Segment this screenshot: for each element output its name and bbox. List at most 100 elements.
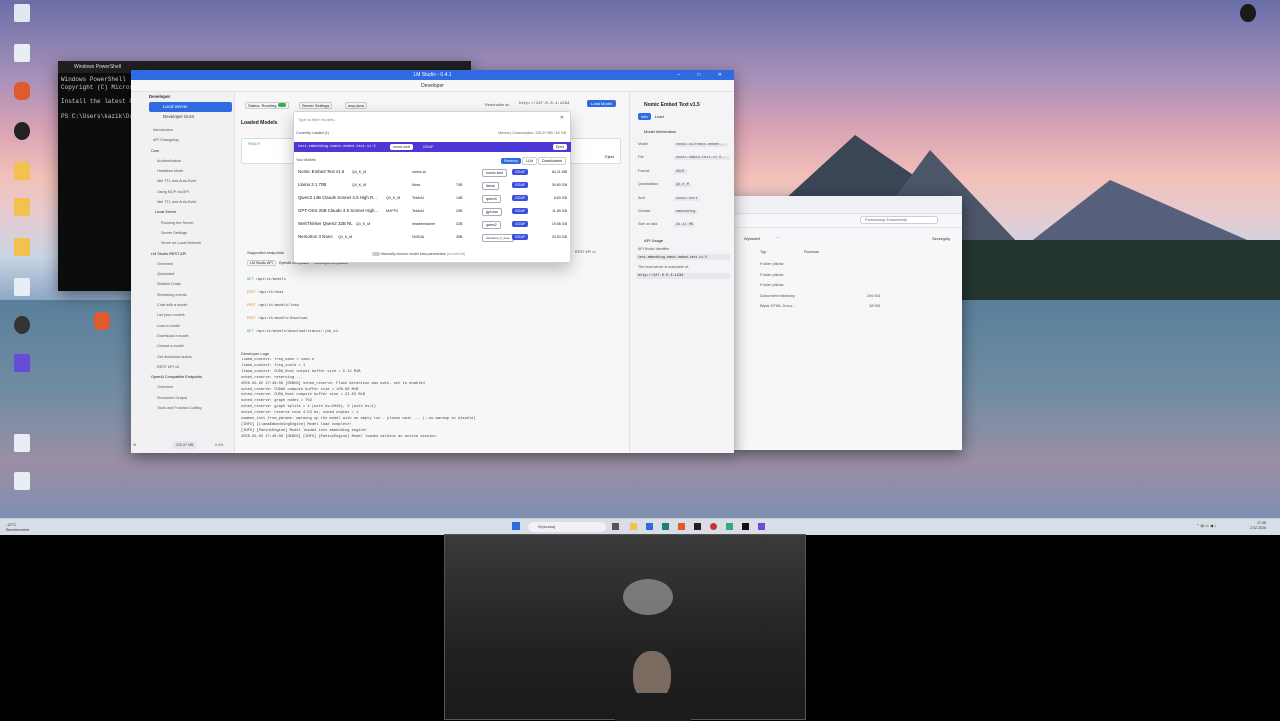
- status-toggle[interactable]: Status: Running: [245, 102, 289, 109]
- nav-item[interactable]: Running the Server: [131, 218, 234, 228]
- nav-item[interactable]: Stateful Chats: [131, 279, 234, 289]
- app-taskbar-icon[interactable]: [710, 523, 717, 530]
- filter-llm[interactable]: LLM: [522, 157, 538, 165]
- list-item[interactable]: Błysk HTML Docu... 38 KB: [760, 301, 880, 312]
- nav-item[interactable]: Tools and Function Calling: [131, 403, 234, 413]
- nav-item[interactable]: Structured Output: [131, 393, 234, 403]
- endpoint-item[interactable]: POST /api/v1/chat: [247, 287, 338, 300]
- nav-section[interactable]: Local Server: [131, 207, 234, 217]
- nav-item[interactable]: Load a model: [131, 321, 234, 331]
- brave-browser-icon[interactable]: [0, 82, 44, 102]
- weather-widget[interactable]: -12°C Bezchmurnie: [6, 522, 29, 532]
- start-icon[interactable]: [512, 522, 520, 530]
- nav-item[interactable]: Introduction: [131, 125, 234, 135]
- column-size[interactable]: Rozmiar: [804, 249, 819, 254]
- file-icon[interactable]: [0, 472, 44, 492]
- model-picker-modal[interactable]: Type to filter models... ✕ Currently Loa…: [293, 111, 571, 263]
- nav-item[interactable]: Idle TTL and Auto-Evict: [131, 176, 234, 186]
- clock[interactable]: 17:48 2.02.2026: [1250, 521, 1266, 531]
- model-row[interactable]: Llama 3.1 70B Q4_K_M Meta 70B llama GGUF…: [294, 179, 571, 191]
- nav-item[interactable]: REST API v0: [131, 362, 234, 372]
- folder-icon[interactable]: [0, 198, 44, 218]
- webcam-app-icon[interactable]: [0, 316, 44, 336]
- endpoint-item[interactable]: POST /api/v1/models/load: [247, 300, 338, 313]
- eject-button[interactable]: Eject: [605, 154, 614, 159]
- nav-item[interactable]: Streaming events: [131, 290, 234, 300]
- list-item[interactable]: Folder plików: [760, 259, 880, 270]
- nav-section[interactable]: Core: [131, 146, 234, 156]
- nav-item[interactable]: Chat with a model: [131, 300, 234, 310]
- lm-studio-taskbar-icon[interactable]: [758, 523, 765, 530]
- terminal-taskbar-icon[interactable]: [742, 523, 749, 530]
- window-controls[interactable]: – □ ✕: [677, 70, 730, 80]
- app-taskbar-icon[interactable]: [726, 523, 733, 530]
- file-icon[interactable]: [0, 434, 44, 454]
- model-row[interactable]: Nomic Embed Text v1.5 Q4_K_M nomic-ai no…: [294, 166, 571, 178]
- obs-taskbar-icon[interactable]: [694, 523, 701, 530]
- nav-item[interactable]: List your models: [131, 310, 234, 320]
- eject-button[interactable]: Eject: [553, 144, 567, 150]
- tab-lmstudio-api[interactable]: LM Studio API: [247, 260, 276, 266]
- file-explorer-taskbar-icon[interactable]: [630, 523, 637, 530]
- rest-api-version[interactable]: REST API v1: [575, 250, 596, 254]
- mcp-json-button[interactable]: mcp.json: [345, 102, 368, 109]
- tab-info[interactable]: Info: [638, 113, 651, 120]
- brave-taskbar-icon[interactable]: [678, 523, 685, 530]
- nav-item[interactable]: Server Settings: [131, 228, 234, 238]
- nav-section[interactable]: OpenAI Compatible Endpoints: [131, 372, 234, 382]
- nav-item[interactable]: Serve on Local Network: [131, 238, 234, 248]
- more-icon[interactable]: ⋯: [776, 235, 780, 240]
- model-filter-input[interactable]: Type to filter models...: [298, 116, 548, 124]
- app-taskbar-icon[interactable]: [646, 523, 653, 530]
- nav-item[interactable]: Overview: [131, 259, 234, 269]
- view-button[interactable]: Wyświetl: [744, 236, 760, 241]
- taskbar-search[interactable]: Wyszukaj: [528, 522, 606, 532]
- nav-item[interactable]: Unload a model: [131, 341, 234, 351]
- recycle-bin-icon[interactable]: [0, 4, 44, 24]
- nav-item[interactable]: Idle TTL and Auto-Evict: [131, 197, 234, 207]
- folder-icon[interactable]: [0, 238, 44, 258]
- brave-browser-icon[interactable]: [80, 312, 124, 332]
- developer-logs[interactable]: llama_context: freq_base = 1000.0 llama_…: [241, 358, 625, 450]
- obs-icon[interactable]: [0, 122, 44, 142]
- model-row[interactable]: Qwen3 14B Claude Sonnet 4.5 High R... Q4…: [294, 192, 571, 204]
- endpoint-item[interactable]: POST /api/v1/models/download: [247, 313, 338, 326]
- explorer-titlebar[interactable]: Przeszukaj: Dokumenty: [732, 196, 962, 224]
- task-view-icon[interactable]: [612, 523, 619, 530]
- sidebar-section-developer[interactable]: Developer: [131, 92, 234, 102]
- model-row[interactable]: WebThinker Qwen2 32B RL Q4_K_M mradermac…: [294, 218, 571, 230]
- model-row[interactable]: Nemotron 3 Nano Q4_K_M NVIDIA 30B nemotr…: [294, 231, 571, 243]
- folder-icon[interactable]: [0, 162, 44, 182]
- nav-item[interactable]: Download a model: [131, 331, 234, 341]
- filter-recency[interactable]: Recency: [501, 158, 522, 164]
- file-explorer-window[interactable]: Przeszukaj: Dokumenty Wyświetl ⋯ Szczegó…: [732, 196, 962, 450]
- close-icon[interactable]: ✕: [560, 115, 564, 121]
- lm-titlebar[interactable]: LM Studio - 0.4.1 – □ ✕: [131, 70, 734, 80]
- reachable-url[interactable]: http://127.0.0.1:1234: [636, 272, 730, 279]
- app-taskbar-icon[interactable]: [662, 523, 669, 530]
- model-row[interactable]: GPT-OSS 20B Claude 4.5 Sonnet High... MX…: [294, 205, 571, 217]
- load-model-button[interactable]: Load Model: [587, 100, 616, 107]
- nav-item[interactable]: Quickstart: [131, 269, 234, 279]
- server-settings-button[interactable]: Server Settings: [299, 102, 333, 109]
- lm-studio-icon[interactable]: [0, 354, 44, 374]
- manual-params-toggle[interactable]: [372, 252, 380, 257]
- endpoint-item[interactable]: GET /api/v1/models/download/status/:job_…: [247, 326, 338, 339]
- toggle-switch[interactable]: [277, 103, 286, 107]
- nav-item[interactable]: API Changelog: [131, 135, 234, 145]
- list-item[interactable]: Folder plików: [760, 280, 880, 291]
- gear-icon[interactable]: ⚙: [133, 441, 136, 449]
- file-icon[interactable]: [0, 278, 44, 298]
- column-type[interactable]: Typ: [760, 249, 766, 254]
- nav-item[interactable]: Authentication: [131, 156, 234, 166]
- app-icon[interactable]: [1226, 4, 1270, 24]
- details-button[interactable]: Szczegóły: [932, 236, 950, 241]
- server-url[interactable]: http://127.0.0.1:1234: [519, 102, 569, 106]
- file-icon[interactable]: [0, 44, 44, 64]
- nav-item[interactable]: Headless Mode: [131, 166, 234, 176]
- tab-load[interactable]: Load: [652, 113, 667, 120]
- nav-item[interactable]: Get download status: [131, 352, 234, 362]
- loaded-model-row[interactable]: text-embedding-nomic-embed-text-v1.5 nom…: [294, 142, 571, 152]
- nav-item[interactable]: Using MCP via API: [131, 187, 234, 197]
- file-list[interactable]: Folder plików Folder plików Folder plikó…: [760, 259, 880, 312]
